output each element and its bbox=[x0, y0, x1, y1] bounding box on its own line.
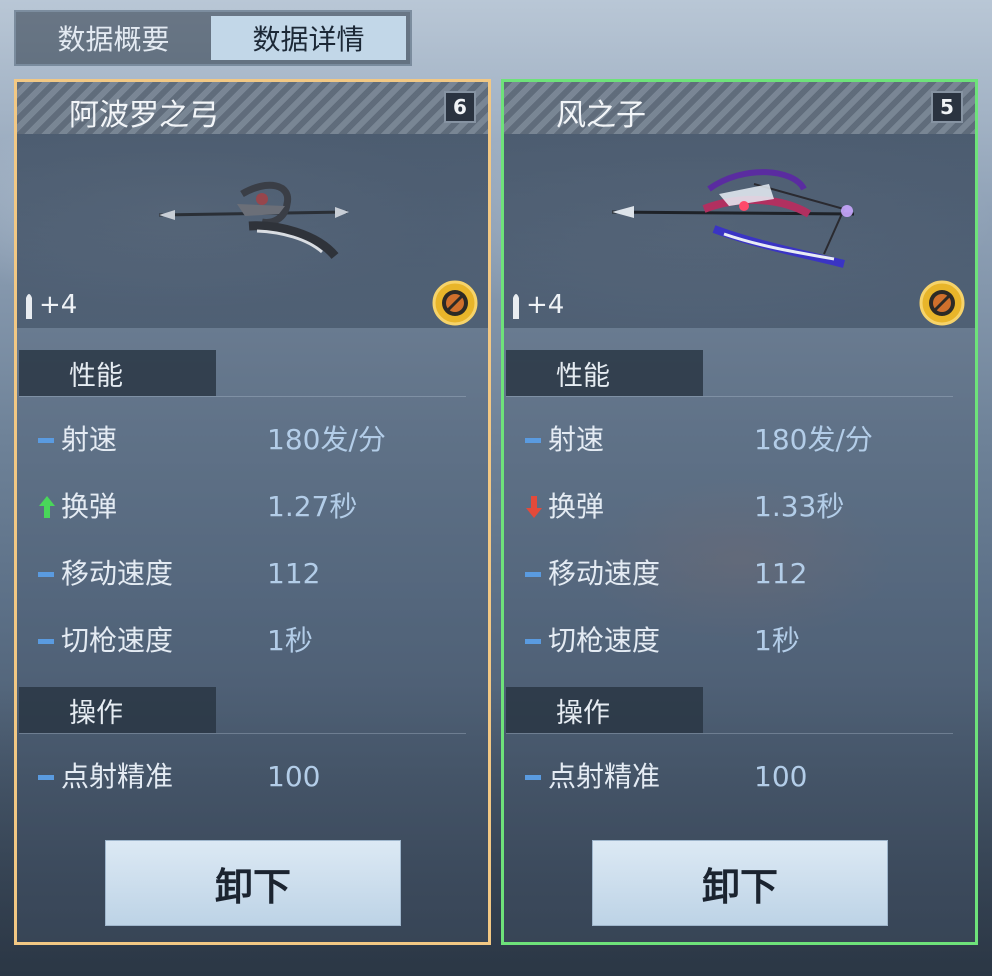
tab-bar: 数据概要 数据详情 bbox=[14, 10, 412, 66]
neutral-dash-icon bbox=[525, 775, 541, 780]
stat-label: 换弹 bbox=[548, 490, 605, 523]
section-performance: 性能 bbox=[506, 350, 703, 396]
bullet-icon bbox=[513, 294, 519, 319]
stat-row-burst-accuracy: 点射精准 100 bbox=[524, 757, 964, 797]
bow-class-icon[interactable] bbox=[919, 280, 965, 326]
neutral-dash-icon bbox=[525, 438, 541, 443]
stat-label: 点射精准 bbox=[548, 760, 661, 793]
stat-value: 1秒 bbox=[754, 624, 800, 657]
stat-label: 射速 bbox=[548, 423, 605, 456]
weapon-image-area: +4 bbox=[17, 134, 488, 328]
stat-row-switch-speed: 切枪速度 1秒 bbox=[524, 621, 964, 661]
stat-label: 换弹 bbox=[61, 490, 118, 523]
section-performance: 性能 bbox=[19, 350, 216, 396]
card-header: 阿波罗之弓 6 bbox=[17, 82, 488, 134]
stat-label: 切枪速度 bbox=[61, 624, 174, 657]
down-arrow-icon bbox=[526, 496, 542, 518]
section-divider bbox=[19, 396, 466, 397]
stat-label: 点射精准 bbox=[61, 760, 174, 793]
stat-value: 112 bbox=[754, 557, 808, 590]
stat-row-burst-accuracy: 点射精准 100 bbox=[37, 757, 477, 797]
stat-value: 1.27秒 bbox=[267, 490, 358, 523]
stat-row-fire-rate: 射速 180发/分 bbox=[524, 420, 964, 460]
stat-label: 移动速度 bbox=[548, 557, 661, 590]
section-divider bbox=[19, 733, 466, 734]
stat-row-reload: 换弹 1.33秒 bbox=[524, 487, 964, 527]
stat-value: 100 bbox=[754, 760, 808, 793]
stat-row-move-speed: 移动速度 112 bbox=[524, 554, 964, 594]
tab-data-overview[interactable]: 数据概要 bbox=[16, 12, 211, 64]
section-divider bbox=[506, 733, 953, 734]
section-operation: 操作 bbox=[19, 687, 216, 733]
stat-value: 1秒 bbox=[267, 624, 313, 657]
unequip-button[interactable]: 卸下 bbox=[592, 840, 888, 926]
stat-value: 100 bbox=[267, 760, 321, 793]
stat-label: 切枪速度 bbox=[548, 624, 661, 657]
stat-row-switch-speed: 切枪速度 1秒 bbox=[37, 621, 477, 661]
neutral-dash-icon bbox=[38, 572, 54, 577]
weapon-image-area: +4 bbox=[504, 134, 975, 328]
ammo-bonus: +4 bbox=[526, 290, 565, 320]
ammo-info: +4 bbox=[25, 290, 77, 320]
ammo-info: +4 bbox=[512, 290, 564, 320]
stat-label: 移动速度 bbox=[61, 557, 174, 590]
weapon-card-wind-child[interactable]: 风之子 5 +4 性能 射速 180发/分 换弹 1.33秒 移动速度 112 … bbox=[501, 79, 978, 945]
stat-row-fire-rate: 射速 180发/分 bbox=[37, 420, 477, 460]
stat-value: 112 bbox=[267, 557, 321, 590]
stat-row-reload: 换弹 1.27秒 bbox=[37, 487, 477, 527]
tab-data-details[interactable]: 数据详情 bbox=[211, 16, 406, 60]
bow-class-icon[interactable] bbox=[432, 280, 478, 326]
level-badge: 5 bbox=[931, 91, 963, 123]
stat-value: 180发/分 bbox=[267, 423, 386, 456]
card-header: 风之子 5 bbox=[504, 82, 975, 134]
stat-value: 180发/分 bbox=[754, 423, 873, 456]
up-arrow-icon bbox=[39, 496, 55, 518]
stat-value: 1.33秒 bbox=[754, 490, 845, 523]
section-divider bbox=[506, 396, 953, 397]
unequip-button[interactable]: 卸下 bbox=[105, 840, 401, 926]
ammo-bonus: +4 bbox=[39, 290, 78, 320]
bow-weapon-image bbox=[611, 169, 855, 268]
neutral-dash-icon bbox=[38, 775, 54, 780]
neutral-dash-icon bbox=[525, 639, 541, 644]
neutral-dash-icon bbox=[525, 572, 541, 577]
bullet-icon bbox=[26, 294, 32, 319]
stat-label: 射速 bbox=[61, 423, 118, 456]
weapon-name: 风之子 bbox=[556, 98, 646, 133]
weapon-card-apollo-bow[interactable]: 阿波罗之弓 6 +4 性能 射速 180发/分 换弹 1.27秒 移动速度 11… bbox=[14, 79, 491, 945]
level-badge: 6 bbox=[444, 91, 476, 123]
neutral-dash-icon bbox=[38, 639, 54, 644]
bow-weapon-image bbox=[158, 181, 349, 260]
neutral-dash-icon bbox=[38, 438, 54, 443]
section-operation: 操作 bbox=[506, 687, 703, 733]
weapon-name: 阿波罗之弓 bbox=[69, 98, 219, 133]
stat-row-move-speed: 移动速度 112 bbox=[37, 554, 477, 594]
